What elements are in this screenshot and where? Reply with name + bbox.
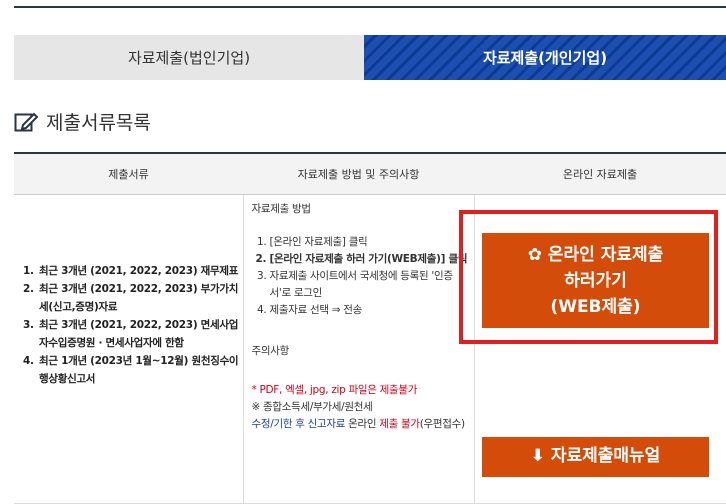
list-item: 최근 3개년 (2021, 2022, 2023) 재무제표 xyxy=(37,262,242,280)
note-mail: (우편접수) xyxy=(419,418,465,430)
method-steps: [온라인 자료제출] 클릭 [온라인 자료제출 하러 가기(WEB제출)] 클릭… xyxy=(252,234,468,319)
table-header-row: 제출서류 자료제출 방법 및 주의사항 온라인 자료제출 xyxy=(14,152,726,195)
note-amended-label: 수정/기한 후 신고자료 xyxy=(251,418,346,430)
tab-corporate[interactable]: 자료제출(법인기업) xyxy=(14,35,364,80)
web-button-line2: 하러가기 xyxy=(564,270,627,291)
web-button-line3: (WEB제출) xyxy=(550,296,641,317)
column-header: 자료제출 방법 및 주의사항 xyxy=(243,152,474,195)
section-heading: 제출서류목록 xyxy=(14,108,151,135)
note-online: 온라인 xyxy=(345,418,380,430)
list-item: 자료제출 사이트에서 국세청에 등록된 '인증서'로 로그인 xyxy=(270,268,468,302)
column-header: 온라인 자료제출 xyxy=(474,152,726,195)
method-heading: 자료제출 방법 xyxy=(251,203,312,215)
notes: 주의사항 * PDF, 엑셀, jpg, zip 파일은 제출불가 ※ 종합소득… xyxy=(252,343,468,433)
gear-icon: ✿ xyxy=(527,244,548,265)
list-item: 최근 3개년 (2021, 2022, 2023) 부가가치세(신고,증명)자료 xyxy=(37,280,242,316)
download-icon: ⬇ xyxy=(530,446,551,466)
web-button-line1: ✿ 온라인 자료제출 xyxy=(482,242,709,268)
note-tax-types: ※ 종합소득세/부가세/원천세 xyxy=(251,401,373,413)
manual-button-label: 자료제출매뉴얼 xyxy=(550,446,661,466)
web-button-label: 온라인 자료제출 xyxy=(547,244,664,265)
web-submit-button[interactable]: ✿ 온라인 자료제출 하러가기 (WEB제출) xyxy=(482,233,709,328)
list-item: [온라인 자료제출 하러 가기(WEB제출)] 클릭 xyxy=(270,251,468,268)
section-title: 제출서류목록 xyxy=(46,112,151,134)
column-header: 제출서류 xyxy=(14,152,243,195)
list-item: 최근 3개년 (2021, 2022, 2023) 면세사업자수입증명원 · 면… xyxy=(37,316,242,352)
tab-individual[interactable]: 자료제출(개인기업) xyxy=(364,35,726,80)
note-file-types: * PDF, 엑셀, jpg, zip 파일은 제출불가 xyxy=(251,384,418,396)
manual-button[interactable]: ⬇ 자료제출매뉴얼 xyxy=(482,437,709,477)
note-not-allowed: 제출 불가 xyxy=(379,418,420,430)
note-amended: 수정/기한 후 신고자료 온라인 제출 불가(우편접수) xyxy=(252,416,468,433)
documents-cell: 최근 3개년 (2021, 2022, 2023) 재무제표 최근 3개년 (2… xyxy=(14,194,244,504)
edit-icon xyxy=(14,112,38,131)
list-item: [온라인 자료제출] 클릭 xyxy=(270,234,468,251)
top-divider xyxy=(14,0,726,8)
notes-heading: 주의사항 xyxy=(251,345,290,357)
list-item: 제출자료 선택 ⇒ 전송 xyxy=(270,302,468,319)
list-item: 최근 1개년 (2023년 1월~12월) 원천징수이행상황신고서 xyxy=(37,352,242,388)
method-cell: 자료제출 방법 [온라인 자료제출] 클릭 [온라인 자료제출 하러 가기(WE… xyxy=(243,194,475,504)
documents-list: 최근 3개년 (2021, 2022, 2023) 재무제표 최근 3개년 (2… xyxy=(15,262,242,388)
